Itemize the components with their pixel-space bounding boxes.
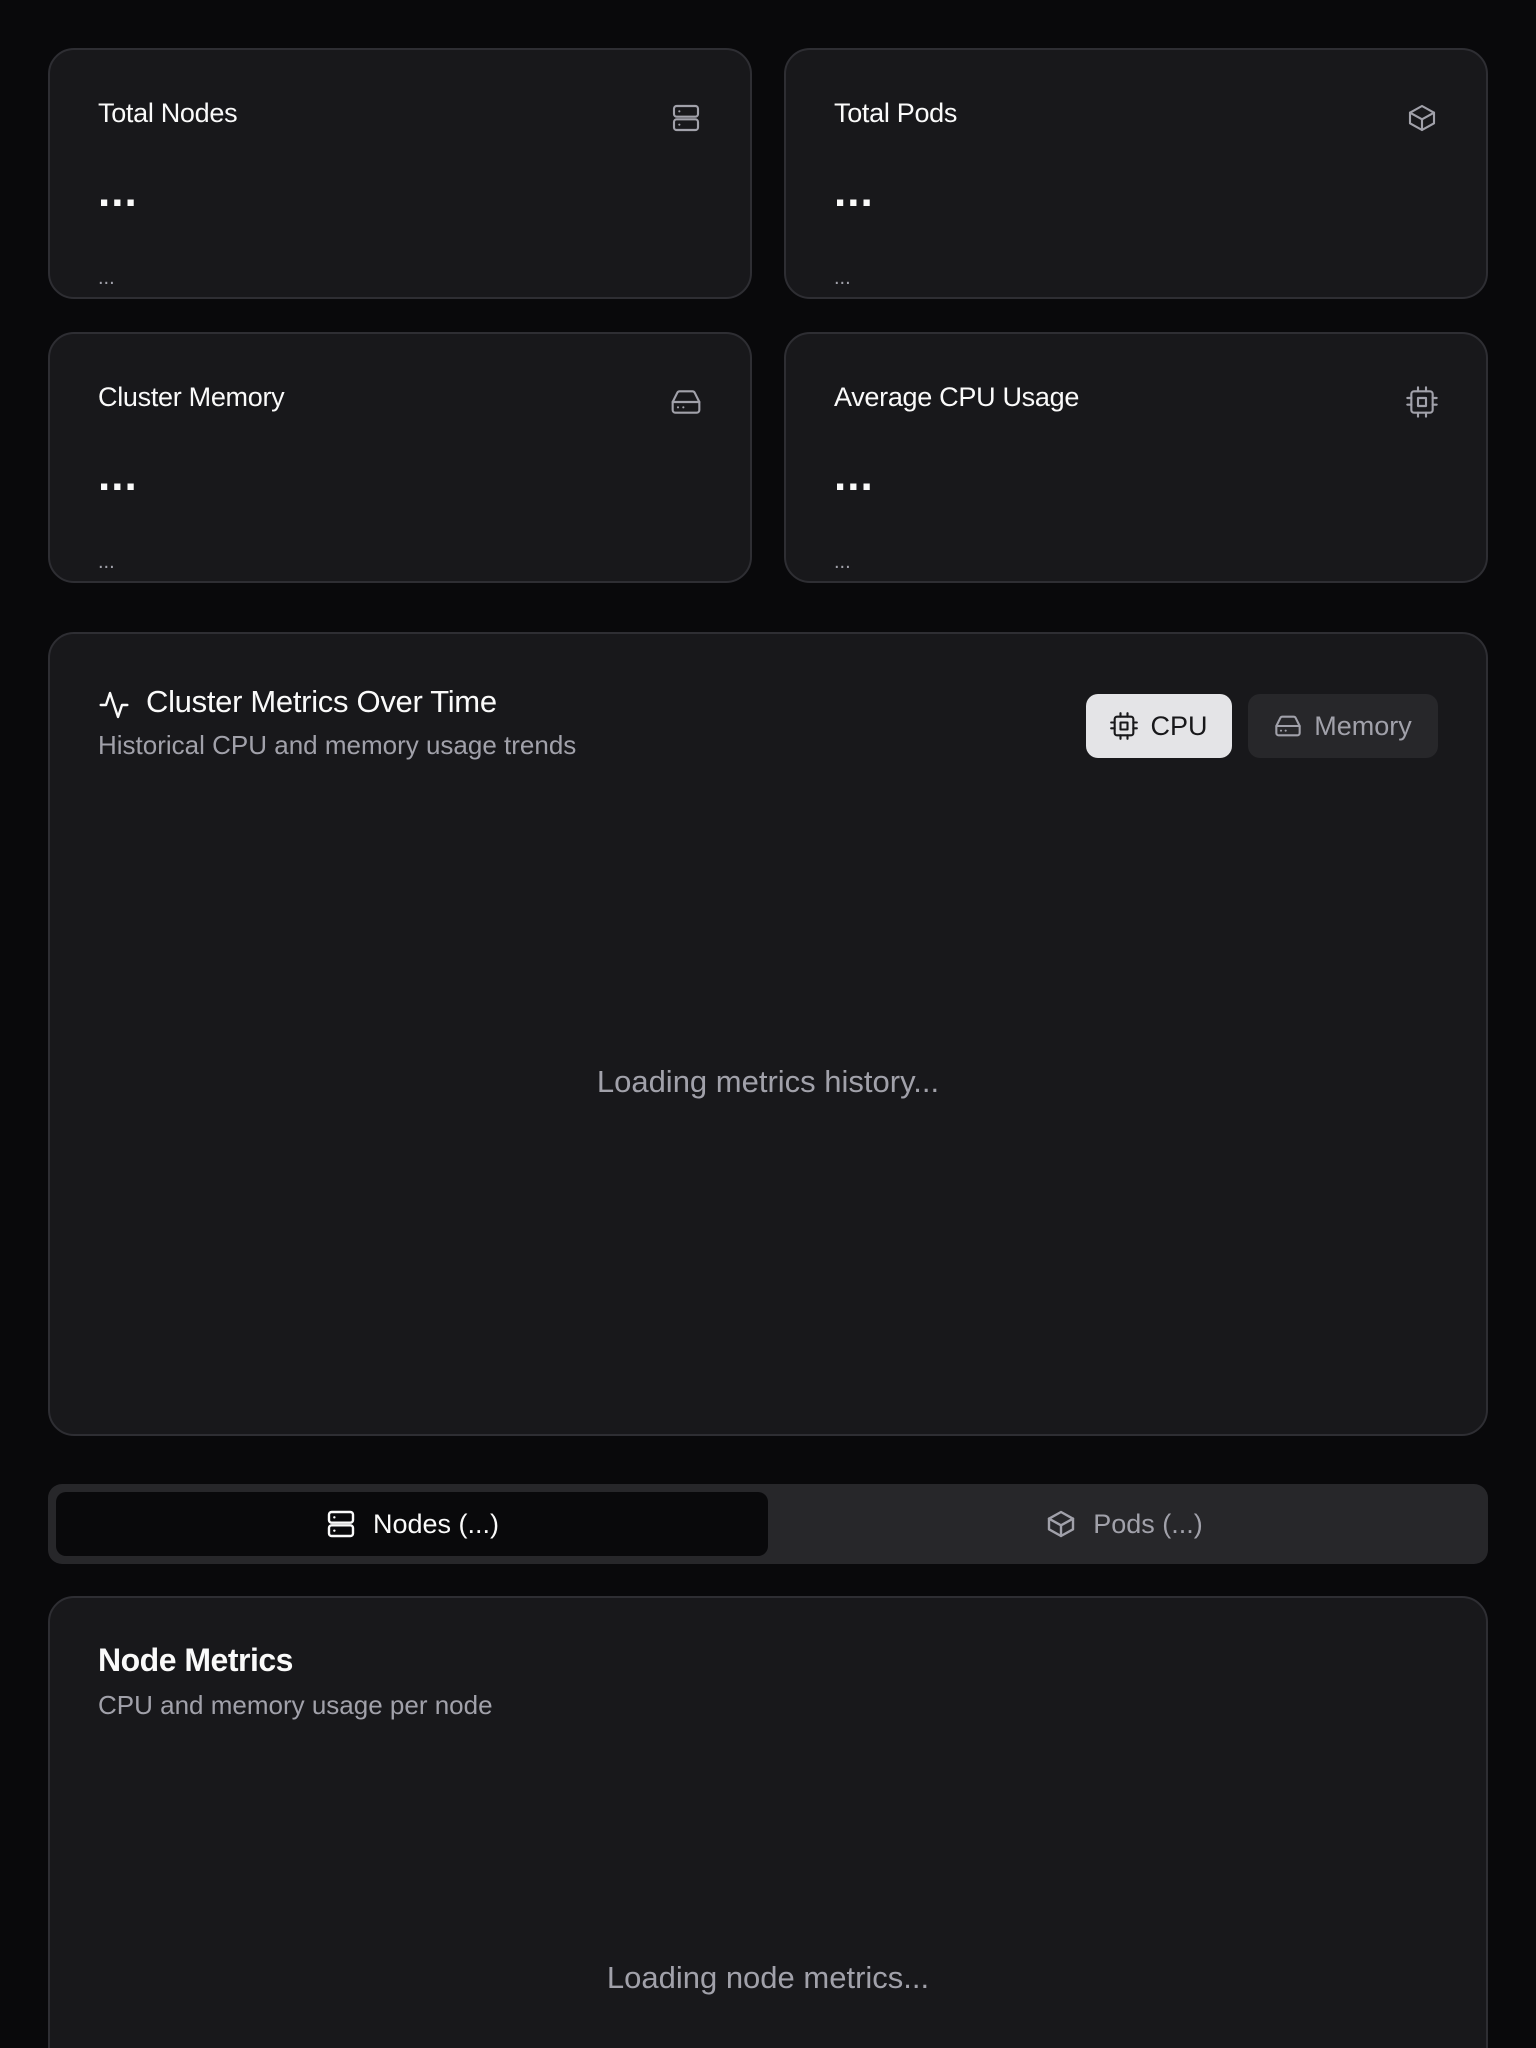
package-icon [1045,1508,1077,1540]
stat-title: Cluster Memory [98,382,285,412]
tab-pods[interactable]: Pods (...) [768,1492,1480,1556]
node-metrics-subtitle: CPU and memory usage per node [98,1690,493,1720]
stat-title: Total Pods [834,98,958,128]
stat-subtext: ... [834,551,851,573]
server-icon [670,102,702,134]
stat-value: ... [98,167,138,216]
view-tabs: Nodes (...) Pods (...) [48,1484,1488,1564]
stat-value: ... [834,451,874,500]
stat-subtext: ... [834,267,851,289]
node-metrics-loading-text: Loading node metrics... [606,1960,930,1995]
cpu-icon [1406,386,1438,418]
stat-subtext: ... [98,551,115,573]
tab-pods-label: Pods (...) [1093,1508,1203,1539]
stat-title: Total Nodes [98,98,238,128]
activity-icon [98,689,130,721]
cluster-metrics-card: Cluster Metrics Over Time Historical CPU… [48,632,1488,1436]
metrics-subtitle: Historical CPU and memory usage trends [98,730,577,760]
stat-title: Average CPU Usage [834,382,1080,412]
cpu-toggle-button[interactable]: CPU [1086,694,1232,758]
cpu-icon [1110,712,1139,740]
memory-toggle-label: Memory [1314,710,1412,741]
memory-toggle-button[interactable]: Memory [1248,694,1438,758]
stat-subtext: ... [98,267,115,289]
hard-drive-icon [670,386,702,418]
package-icon [1406,102,1438,134]
tab-nodes-label: Nodes (...) [372,1508,500,1539]
server-icon [325,1508,357,1540]
stat-value: ... [834,167,874,216]
metrics-loading-text: Loading metrics history... [596,1064,940,1099]
stat-value: ... [98,451,138,500]
stat-card-total-nodes: Total Nodes ... ... [48,48,752,299]
stat-card-cluster-memory: Cluster Memory ... ... [48,332,752,583]
node-metrics-card: Node Metrics CPU and memory usage per no… [48,1596,1488,2048]
cpu-toggle-label: CPU [1150,710,1208,741]
tab-nodes[interactable]: Nodes (...) [56,1492,768,1556]
hard-drive-icon [1274,712,1302,740]
stat-card-total-pods: Total Pods ... ... [784,48,1488,299]
metrics-title: Cluster Metrics Over Time [146,684,497,719]
node-metrics-title: Node Metrics [98,1642,293,1678]
stat-card-average-cpu: Average CPU Usage ... ... [784,332,1488,583]
